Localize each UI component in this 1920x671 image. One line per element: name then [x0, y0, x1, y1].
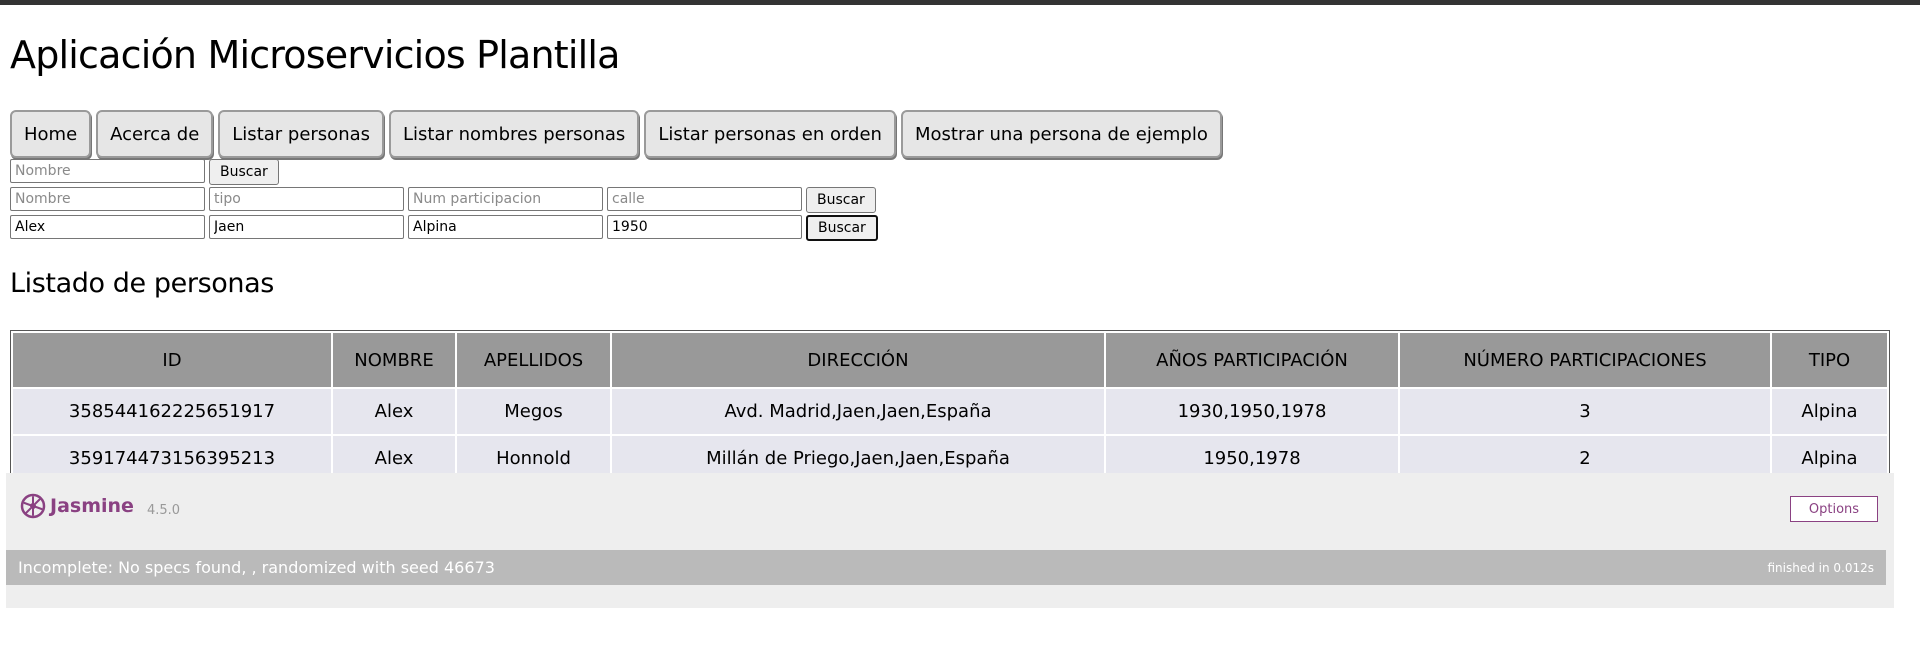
- top-border: [0, 0, 1920, 5]
- page-title: Aplicación Microservicios Plantilla: [10, 33, 620, 77]
- cell-tipo: Alpina: [1772, 389, 1887, 434]
- adv1-num-input[interactable]: [408, 187, 603, 211]
- column-header-apellidos: APELLIDOS: [457, 333, 610, 387]
- jasmine-logo-text: Jasmine: [50, 495, 134, 517]
- nav-bar: Home Acerca de Listar personas Listar no…: [10, 110, 1222, 158]
- adv1-tipo-input[interactable]: [209, 187, 404, 211]
- nav-home-button[interactable]: Home: [10, 110, 92, 158]
- search-advanced-2-button[interactable]: Buscar: [806, 215, 878, 241]
- options-button[interactable]: Options: [1790, 496, 1878, 522]
- persons-table: ID NOMBRE APELLIDOS DIRECCIÓN AÑOS PARTI…: [11, 331, 1889, 483]
- adv1-calle-input[interactable]: [607, 187, 802, 211]
- cell-id: 358544162225651917: [13, 389, 331, 434]
- jasmine-reporter: Jasmine 4.5.0 Options Incomplete: No spe…: [6, 473, 1894, 608]
- nav-about-button[interactable]: Acerca de: [96, 110, 214, 158]
- column-header-tipo: TIPO: [1772, 333, 1887, 387]
- search-simple-form: Buscar: [10, 159, 279, 185]
- jasmine-status-bar: Incomplete: No specs found, , randomized…: [6, 550, 1886, 585]
- search-advanced-form-1: Buscar: [10, 187, 876, 213]
- adv2-num-input[interactable]: [408, 215, 603, 239]
- persons-table-container: ID NOMBRE APELLIDOS DIRECCIÓN AÑOS PARTI…: [10, 330, 1890, 488]
- nav-list-ordered-button[interactable]: Listar personas en orden: [644, 110, 896, 158]
- jasmine-version: 4.5.0: [147, 503, 181, 518]
- duration-text: finished in 0.012s: [1767, 560, 1874, 575]
- column-header-direccion: DIRECCIÓN: [612, 333, 1104, 387]
- column-header-id: ID: [13, 333, 331, 387]
- search-advanced-1-button[interactable]: Buscar: [806, 187, 876, 213]
- table-header-row: ID NOMBRE APELLIDOS DIRECCIÓN AÑOS PARTI…: [13, 333, 1887, 387]
- cell-direccion: Avd. Madrid,Jaen,Jaen,España: [612, 389, 1104, 434]
- adv2-calle-input[interactable]: [607, 215, 802, 239]
- cell-apellidos: Megos: [457, 389, 610, 434]
- cell-nombre: Alex: [333, 389, 455, 434]
- status-prefix: Incomplete: No specs found, , randomized…: [18, 558, 439, 577]
- cell-numero: 3: [1400, 389, 1770, 434]
- column-header-nombre: NOMBRE: [333, 333, 455, 387]
- adv2-name-input[interactable]: [10, 215, 205, 239]
- nav-sample-person-button[interactable]: Mostrar una persona de ejemplo: [900, 110, 1222, 158]
- table-row: 358544162225651917 Alex Megos Avd. Madri…: [13, 389, 1887, 434]
- search-advanced-form-2: Buscar: [10, 215, 878, 241]
- adv2-tipo-input[interactable]: [209, 215, 404, 239]
- search-name-input[interactable]: [10, 159, 205, 183]
- nav-list-persons-button[interactable]: Listar personas: [218, 110, 385, 158]
- seed-link[interactable]: 46673: [444, 558, 495, 577]
- status-text: Incomplete: No specs found, , randomized…: [18, 558, 495, 577]
- adv1-name-input[interactable]: [10, 187, 205, 211]
- search-simple-button[interactable]: Buscar: [209, 159, 279, 185]
- nav-list-names-button[interactable]: Listar nombres personas: [389, 110, 640, 158]
- list-heading: Listado de personas: [10, 268, 274, 299]
- jasmine-logo: Jasmine: [20, 493, 134, 519]
- column-header-anos: AÑOS PARTICIPACIÓN: [1106, 333, 1398, 387]
- column-header-numero: NÚMERO PARTICIPACIONES: [1400, 333, 1770, 387]
- jasmine-flower-icon: [20, 493, 46, 519]
- cell-anos: 1930,1950,1978: [1106, 389, 1398, 434]
